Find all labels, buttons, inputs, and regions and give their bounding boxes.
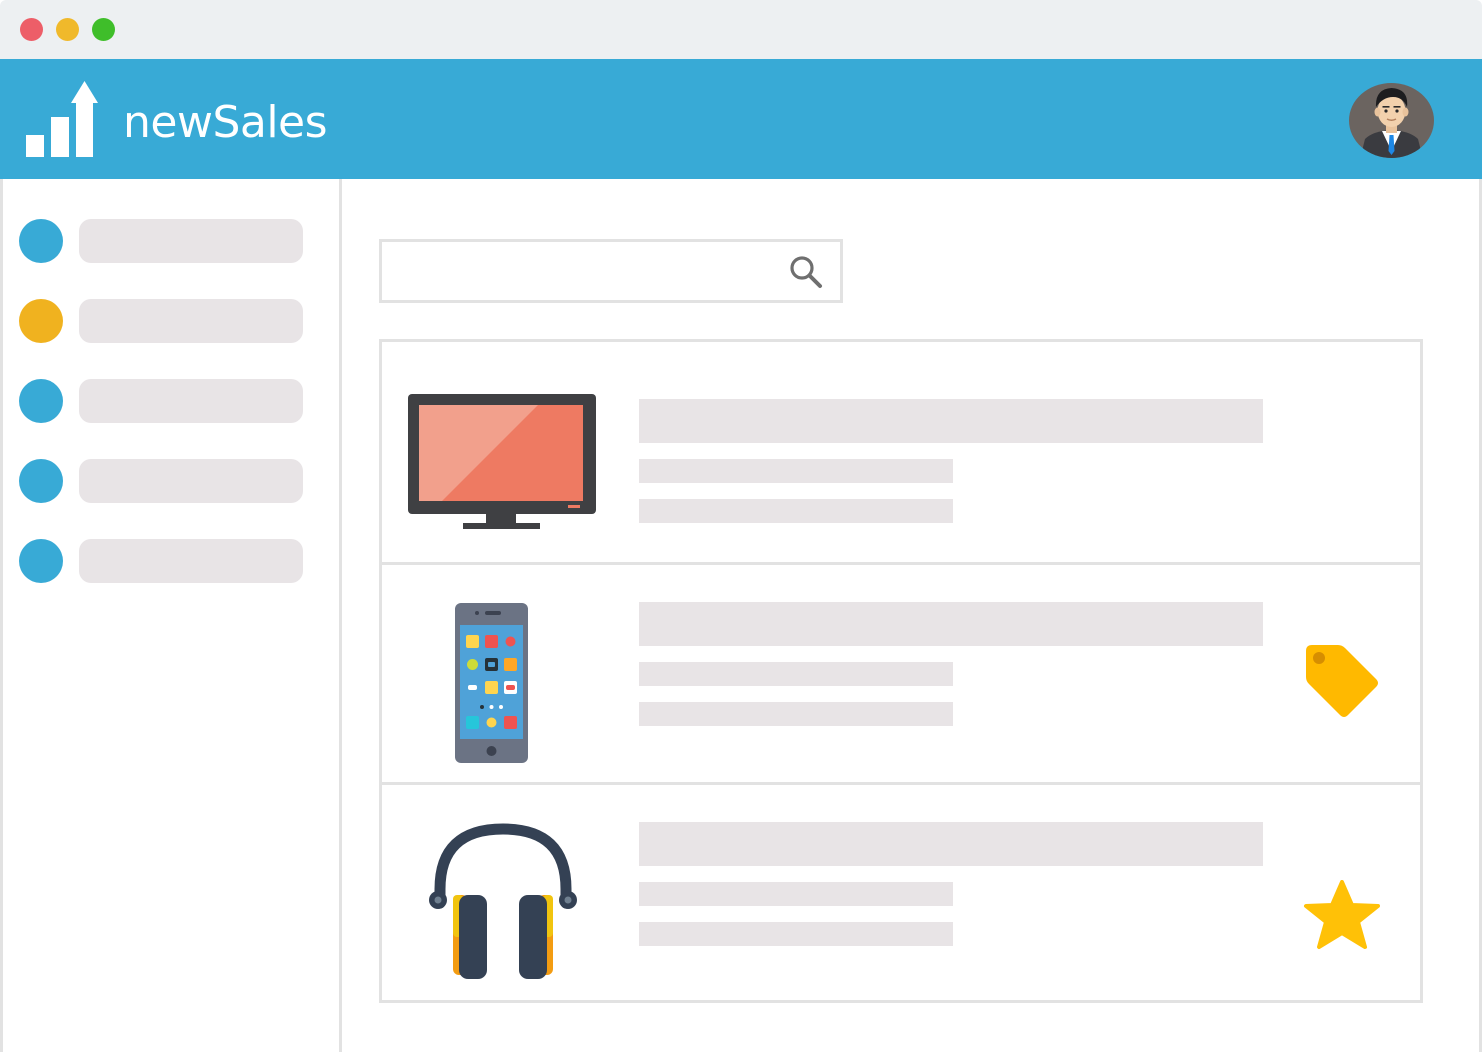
tv-icon — [408, 394, 596, 529]
sidebar-item-4[interactable] — [19, 459, 309, 505]
sidebar-dot — [19, 379, 63, 423]
sidebar-item-label — [79, 459, 303, 503]
sidebar-dot — [19, 299, 63, 343]
sidebar-item-label — [79, 379, 303, 423]
app-window: newSales — [0, 0, 1482, 1052]
sidebar-item-label — [79, 219, 303, 263]
app-header: newSales — [0, 59, 1482, 179]
product-title — [639, 602, 1263, 646]
product-meta — [639, 702, 953, 726]
sidebar-item-label — [79, 299, 303, 343]
smartphone-icon — [455, 603, 528, 763]
list-item[interactable] — [382, 342, 1420, 562]
product-subtitle — [639, 662, 953, 686]
tag-icon[interactable] — [1300, 643, 1380, 723]
headphones-icon — [429, 823, 577, 979]
window-maximize-button[interactable] — [92, 18, 115, 41]
sidebar — [3, 179, 340, 1052]
sidebar-item-3[interactable] — [19, 379, 309, 425]
user-avatar[interactable] — [1349, 83, 1434, 158]
product-title — [639, 822, 1263, 866]
sidebar-dot — [19, 539, 63, 583]
product-list — [379, 339, 1423, 1003]
sidebar-divider — [339, 179, 342, 1052]
search-box — [379, 239, 843, 303]
sidebar-item-2[interactable] — [19, 299, 309, 345]
product-title — [639, 399, 1263, 443]
window-titlebar — [0, 0, 1482, 59]
sidebar-item-label — [79, 539, 303, 583]
list-item[interactable] — [382, 562, 1420, 782]
window-minimize-button[interactable] — [56, 18, 79, 41]
product-meta — [639, 922, 953, 946]
search-icon[interactable] — [786, 252, 826, 292]
product-subtitle — [639, 882, 953, 906]
product-subtitle — [639, 459, 953, 483]
sidebar-dot — [19, 219, 63, 263]
brand-name[interactable]: newSales — [123, 97, 328, 149]
list-item[interactable] — [382, 782, 1420, 1002]
bar-chart-arrow-up-icon — [26, 81, 98, 157]
window-close-button[interactable] — [20, 18, 43, 41]
sidebar-dot — [19, 459, 63, 503]
search-input[interactable] — [388, 248, 768, 294]
sidebar-item-5[interactable] — [19, 539, 309, 585]
star-icon[interactable] — [1302, 880, 1382, 950]
sidebar-item-1[interactable] — [19, 219, 309, 265]
product-meta — [639, 499, 953, 523]
